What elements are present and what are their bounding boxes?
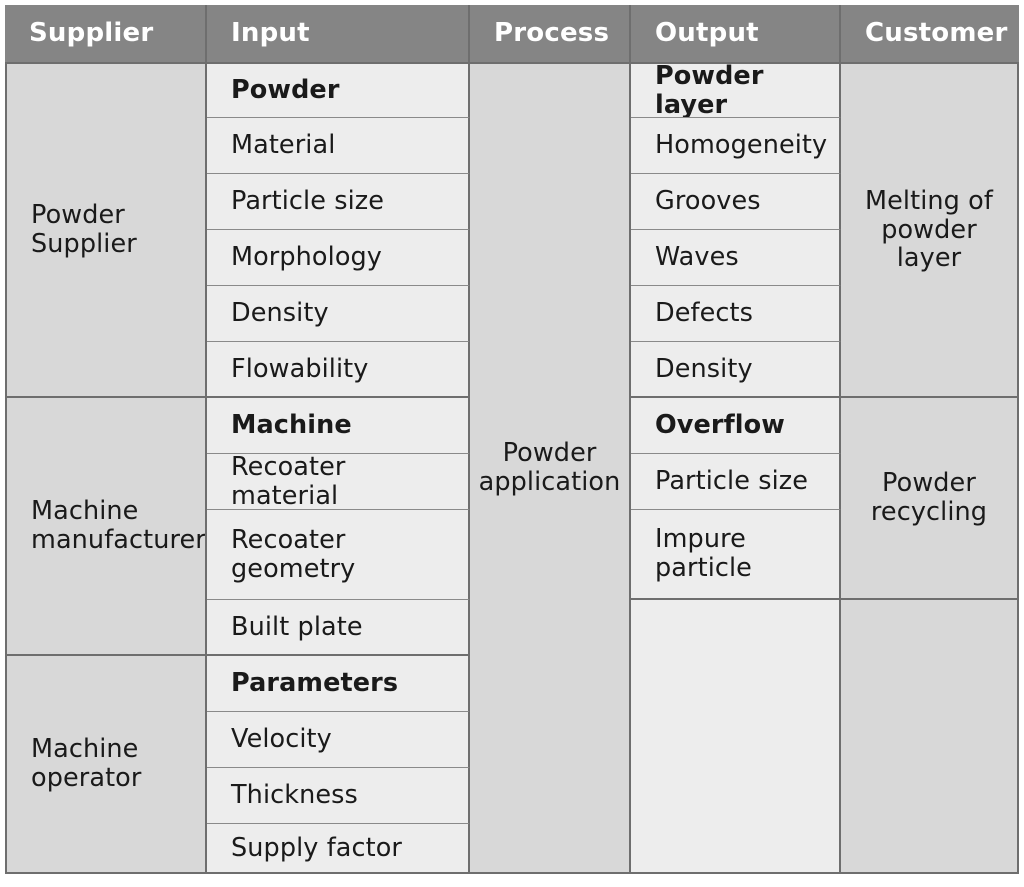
process-label-line2: application xyxy=(478,467,621,497)
customer-melting-line2: powder xyxy=(881,214,977,245)
output-item-waves: Waves xyxy=(631,230,841,286)
customer-cell-powder-recycling: Powder recycling xyxy=(841,398,1019,600)
column-header-process: Process xyxy=(470,5,631,62)
column-header-output: Output xyxy=(631,5,841,62)
output-item-impure-particle: Impure particle xyxy=(631,510,841,600)
supplier-cell-machine-operator: Machine operator xyxy=(5,656,207,874)
supplier-cell-machine-manufacturer: Machine manufacturer xyxy=(5,398,207,656)
input-item-density: Density xyxy=(207,286,470,342)
process-label-line1: Powder xyxy=(502,438,597,469)
supplier-powder-line1: Powder xyxy=(31,200,125,231)
input-item-recoater-geometry: Recoater geometry xyxy=(207,510,470,600)
output-item-density: Density xyxy=(631,342,841,398)
input-group-title-machine: Machine xyxy=(207,398,470,454)
customer-melting-line3: layer xyxy=(896,243,962,274)
sipoc-table: Supplier Input Process Output Customer P… xyxy=(5,5,1019,874)
customer-melting-line1: Melting of xyxy=(865,186,993,217)
input-item-recoater-material: Recoater material xyxy=(207,454,470,510)
supplier-operator-line2: operator xyxy=(31,763,142,793)
output-item-grooves: Grooves xyxy=(631,174,841,230)
column-header-supplier: Supplier xyxy=(5,5,207,62)
input-item-supply-factor: Supply factor xyxy=(207,824,470,874)
output-group-title-overflow: Overflow xyxy=(631,398,841,454)
process-cell-powder-application: Powder application xyxy=(470,62,631,874)
input-item-thickness: Thickness xyxy=(207,768,470,824)
customer-empty-cell xyxy=(841,600,1019,874)
customer-cell-melting-of-powder-layer: Melting of powder layer xyxy=(841,62,1019,398)
input-item-velocity: Velocity xyxy=(207,712,470,768)
output-item-defects: Defects xyxy=(631,286,841,342)
output-item-particle-size: Particle size xyxy=(631,454,841,510)
supplier-operator-line1: Machine xyxy=(31,734,139,765)
input-item-particle-size: Particle size xyxy=(207,174,470,230)
input-group-title-parameters: Parameters xyxy=(207,656,470,712)
input-item-material: Material xyxy=(207,118,470,174)
column-header-customer: Customer xyxy=(841,5,1019,62)
supplier-manufacturer-line1: Machine xyxy=(31,496,139,527)
input-group-title-powder: Powder xyxy=(207,62,470,118)
supplier-powder-line2: Supplier xyxy=(31,229,137,259)
customer-recycling-line1: Powder xyxy=(882,468,976,499)
input-item-flowability: Flowability xyxy=(207,342,470,398)
output-group-title-powder-layer: Powder layer xyxy=(631,62,841,118)
output-item-homogeneity: Homogeneity xyxy=(631,118,841,174)
column-header-input: Input xyxy=(207,5,470,62)
input-item-morphology: Morphology xyxy=(207,230,470,286)
supplier-manufacturer-line2: manufacturer xyxy=(31,525,206,555)
customer-recycling-line2: recycling xyxy=(870,497,988,527)
input-item-built-plate: Built plate xyxy=(207,600,470,656)
output-empty-cell xyxy=(631,600,841,874)
supplier-cell-powder-supplier: Powder Supplier xyxy=(5,62,207,398)
